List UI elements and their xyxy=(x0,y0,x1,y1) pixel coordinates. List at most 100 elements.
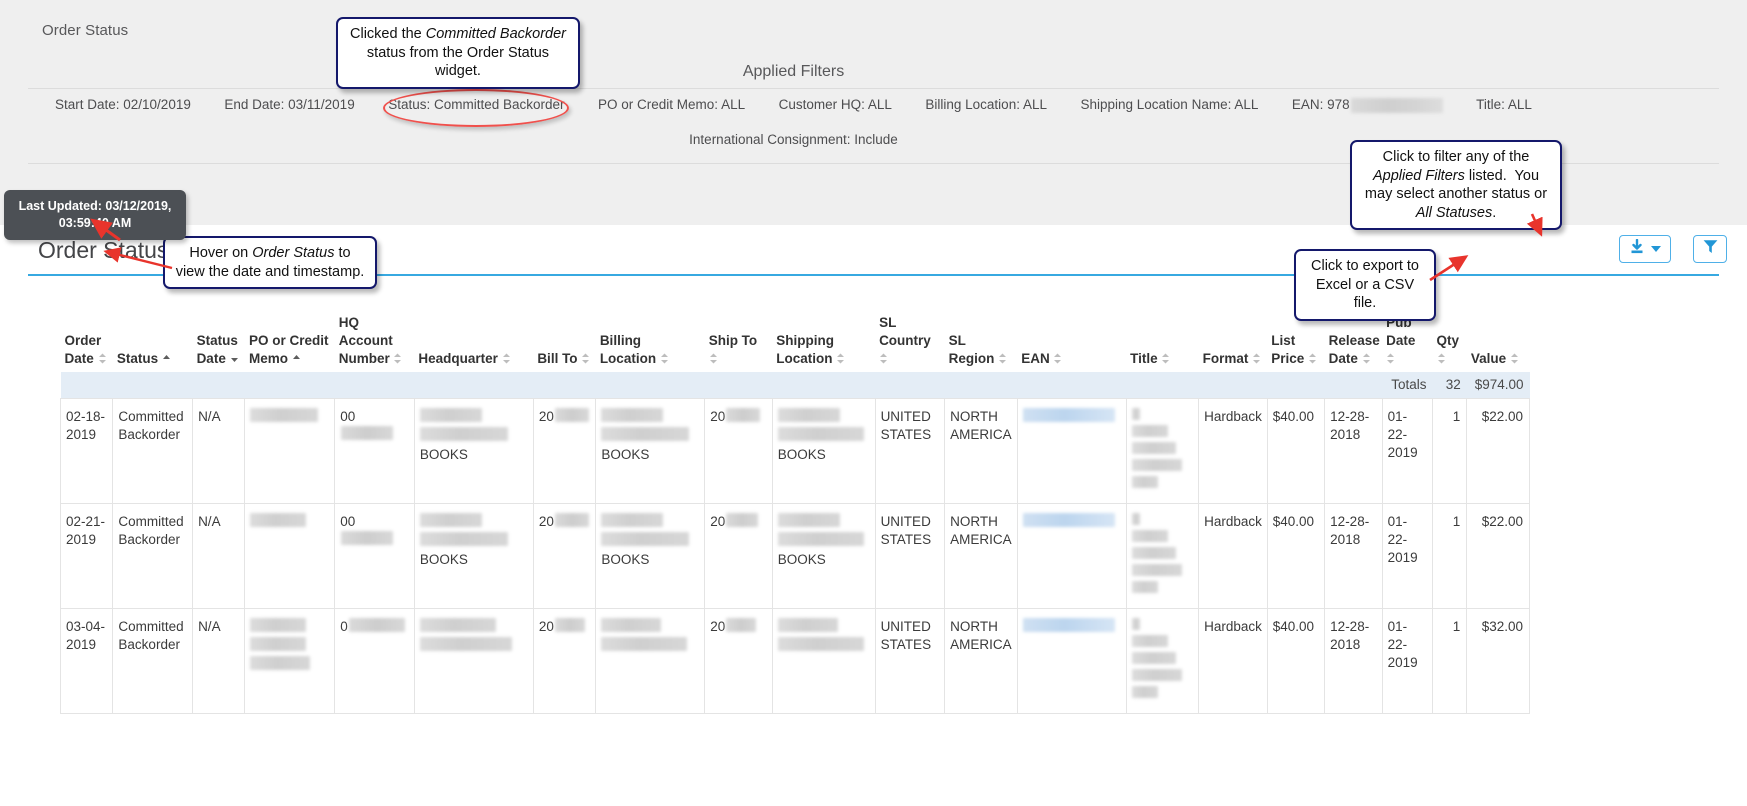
sort-neutral-icon[interactable] xyxy=(1252,353,1261,364)
totals-spacer xyxy=(60,371,1383,399)
col-status-date[interactable]: Status Date xyxy=(193,310,245,372)
redacted-value xyxy=(554,512,589,527)
sort-neutral-icon[interactable] xyxy=(581,353,590,364)
sort-neutral-icon[interactable] xyxy=(660,353,669,364)
redacted-value xyxy=(1131,634,1168,647)
sort-ascending-icon[interactable] xyxy=(292,353,301,364)
callout-c4-text: Click to export to Excel or a CSV file. xyxy=(1311,258,1419,312)
col-sl-region[interactable]: SL Region xyxy=(945,310,1018,372)
sort-neutral-icon[interactable] xyxy=(879,353,888,364)
col-ship-to-label: Ship To xyxy=(708,332,758,348)
redacted-value xyxy=(1131,668,1182,681)
sort-neutral-icon[interactable] xyxy=(98,353,107,364)
col-status[interactable]: Status xyxy=(113,310,193,372)
redacted-value xyxy=(601,512,664,527)
redacted-value xyxy=(1131,563,1182,576)
col-list-price-label: List Price xyxy=(1271,332,1305,366)
cell-list-price: $40.00 xyxy=(1266,502,1326,609)
sort-ascending-icon[interactable] xyxy=(162,353,171,364)
sort-neutral-icon[interactable] xyxy=(1308,353,1317,364)
redacted-value xyxy=(777,426,864,441)
table-row[interactable]: 02-21-2019 Committed Backorder N/A 00 BO… xyxy=(59,502,1530,609)
cell-title xyxy=(1125,607,1200,714)
filter-start-date[interactable]: Start Date: 02/10/2019 xyxy=(55,97,191,113)
redacted-value xyxy=(1131,475,1158,488)
cell-title xyxy=(1125,397,1200,504)
applied-filters-row: Start Date: 02/10/2019 End Date: 03/11/2… xyxy=(0,97,1587,113)
redacted-value xyxy=(1131,546,1176,559)
col-bill-to[interactable]: Bill To xyxy=(533,310,596,372)
sort-neutral-icon[interactable] xyxy=(502,353,511,364)
col-shipping-location[interactable]: Shipping Location xyxy=(772,310,875,372)
table-row[interactable]: 02-18-2019 Committed Backorder N/A 00 BO… xyxy=(59,397,1530,504)
callout-c1-text: Clicked the Committed Backorder status f… xyxy=(350,26,566,80)
sort-neutral-icon[interactable] xyxy=(998,353,1007,364)
sort-neutral-icon[interactable] xyxy=(1053,353,1062,364)
widget-title[interactable]: Order Status xyxy=(38,237,168,264)
filter-billing-location[interactable]: Billing Location: ALL xyxy=(925,97,1047,113)
cell-format: Hardback xyxy=(1198,607,1268,714)
col-order-date[interactable]: Order Date xyxy=(61,310,113,372)
redacted-value xyxy=(1131,441,1176,454)
sort-neutral-icon[interactable] xyxy=(393,353,402,364)
cell-hq-account-number: 00 xyxy=(334,502,415,609)
col-billing-location[interactable]: Billing Location xyxy=(596,310,705,372)
redacted-value xyxy=(1131,512,1140,525)
order-status-table-wrapper: Order Date Status Status Date PO or Cred… xyxy=(59,310,1530,714)
filter-end-date[interactable]: End Date: 03/11/2019 xyxy=(224,97,354,113)
sort-neutral-icon[interactable] xyxy=(1437,353,1446,364)
col-title[interactable]: Title xyxy=(1126,310,1199,372)
sort-descending-icon[interactable] xyxy=(230,353,239,364)
cell-format: Hardback xyxy=(1198,502,1268,609)
col-headquarter[interactable]: Headquarter xyxy=(414,310,533,372)
cell-status-date: N/A xyxy=(192,397,246,504)
cell-format: Hardback xyxy=(1198,397,1268,504)
table-row[interactable]: 03-04-2019 Committed Backorder N/A 0 20 … xyxy=(59,607,1530,714)
redacted-value xyxy=(1131,458,1182,471)
cell-status: Committed Backorder xyxy=(112,397,194,504)
sort-neutral-icon[interactable] xyxy=(1510,353,1519,364)
sort-neutral-icon[interactable] xyxy=(1386,353,1395,364)
col-ship-to[interactable]: Ship To xyxy=(705,310,773,372)
cell-headquarter-suffix: BOOKS xyxy=(419,446,468,462)
funnel-icon xyxy=(1702,238,1719,260)
col-order-date-label: Order Date xyxy=(64,332,102,366)
cell-release-date: 12-28-2018 xyxy=(1324,502,1383,609)
col-format[interactable]: Format xyxy=(1199,310,1268,372)
order-status-table: Order Date Status Status Date PO or Cred… xyxy=(59,310,1530,714)
redacted-value xyxy=(601,531,690,546)
cell-po-credit-memo xyxy=(244,397,336,504)
sort-neutral-icon[interactable] xyxy=(1362,353,1371,364)
col-po-credit-memo[interactable]: PO or Credit Memo xyxy=(245,310,335,372)
col-sl-country[interactable]: SL Country xyxy=(875,310,945,372)
filter-shipping-location-name[interactable]: Shipping Location Name: ALL xyxy=(1080,97,1258,113)
redacted-value xyxy=(250,655,311,670)
sort-neutral-icon[interactable] xyxy=(1161,353,1170,364)
filter-button[interactable] xyxy=(1693,235,1727,263)
cell-status-date: N/A xyxy=(192,502,246,609)
redacted-value xyxy=(1022,512,1115,527)
filter-ean[interactable]: EAN: 978 xyxy=(1292,97,1443,113)
col-qty[interactable]: Qty xyxy=(1433,310,1467,372)
col-sl-country-label: SL Country xyxy=(879,315,931,348)
totals-label: Totals xyxy=(1382,371,1433,399)
filter-ean-label: EAN: 978 xyxy=(1291,97,1350,112)
callout-export-hint: Click to export to Excel or a CSV file. xyxy=(1294,249,1436,321)
sort-neutral-icon[interactable] xyxy=(709,353,718,364)
col-ean-label: EAN xyxy=(1021,350,1050,366)
cell-shipping-location: BOOKS xyxy=(771,502,876,609)
filter-international-consignment[interactable]: International Consignment: Include xyxy=(0,132,1587,147)
totals-value: $974.00 xyxy=(1466,371,1530,399)
filter-title[interactable]: Title: ALL xyxy=(1476,97,1532,113)
col-ean[interactable]: EAN xyxy=(1017,310,1126,372)
redacted-value xyxy=(1131,685,1158,698)
filter-po-credit-memo[interactable]: PO or Credit Memo: ALL xyxy=(598,97,745,113)
col-value[interactable]: Value xyxy=(1467,310,1530,372)
callout-c3-text: Hover on Order Status to view the date a… xyxy=(175,245,365,280)
export-button[interactable] xyxy=(1619,235,1671,263)
filter-customer-hq[interactable]: Customer HQ: ALL xyxy=(779,97,892,113)
breadcrumb[interactable]: Order Status xyxy=(42,22,128,39)
col-hq-account-number[interactable]: HQ Account Number xyxy=(335,310,415,372)
sort-neutral-icon[interactable] xyxy=(836,353,845,364)
cell-value: $22.00 xyxy=(1466,397,1530,504)
